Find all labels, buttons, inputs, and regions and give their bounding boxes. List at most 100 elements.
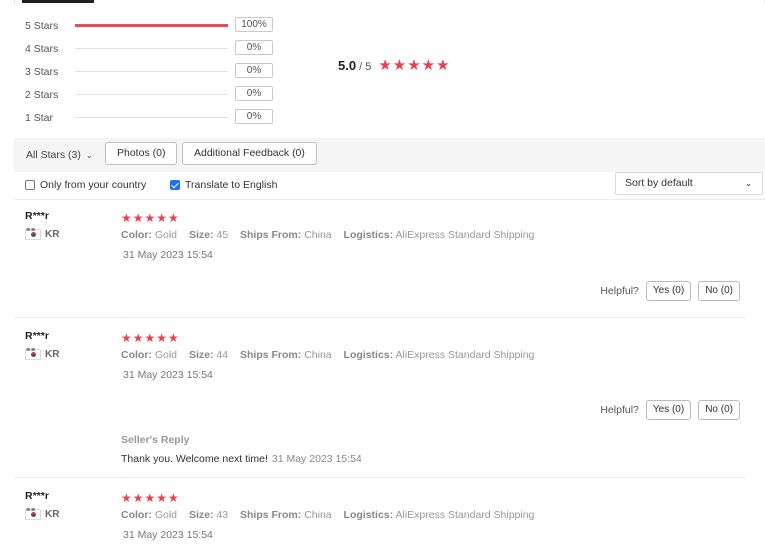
rating-percent: 0% bbox=[235, 109, 273, 124]
reviewer-country: KR bbox=[25, 347, 60, 360]
country-code: KR bbox=[45, 349, 60, 360]
checkbox-icon bbox=[25, 180, 35, 190]
score-out-of: / 5 bbox=[359, 61, 372, 73]
chevron-down-icon: ⌄ bbox=[85, 151, 93, 160]
rating-percent: 0% bbox=[235, 40, 273, 55]
rating-row-2[interactable]: 2 Stars 0% bbox=[25, 83, 285, 106]
additional-feedback-button[interactable]: Additional Feedback (0) bbox=[182, 142, 317, 165]
review-date: 31 May 2023 15:54 bbox=[123, 249, 213, 261]
attr-key: Color: bbox=[121, 229, 152, 241]
rating-bar-fill bbox=[75, 24, 228, 27]
review-item: R***r KR ★★★★★ Color: Gold Size: 43 Ship… bbox=[14, 490, 746, 545]
attr-key: Color: bbox=[121, 349, 152, 361]
attr-value: China bbox=[304, 229, 332, 241]
review-item: R***r KR ★★★★★ Color: Gold Size: 44 Ship… bbox=[14, 330, 746, 480]
country-code: KR bbox=[45, 509, 60, 520]
attr-key: Logistics: bbox=[343, 229, 394, 241]
sort-label: Sort by default bbox=[625, 177, 693, 189]
seller-reply-date: 31 May 2023 15:54 bbox=[271, 453, 362, 465]
only-country-label: Only from your country bbox=[40, 179, 147, 191]
attr-key: Ships From: bbox=[240, 349, 302, 361]
attr-key: Size: bbox=[188, 509, 214, 521]
star-rating-icon: ★★★★★ bbox=[121, 211, 180, 225]
review-item: R***r KR ★★★★★ Color: Gold Size: 45 Ship… bbox=[14, 210, 746, 320]
rating-row-3[interactable]: 3 Stars 0% bbox=[25, 60, 285, 83]
kr-flag-icon bbox=[25, 507, 41, 520]
checkbox-checked-icon bbox=[170, 180, 180, 190]
rating-row-4[interactable]: 4 Stars 0% bbox=[25, 37, 285, 60]
attr-value: AliExpress Standard Shipping bbox=[395, 349, 535, 361]
reviewer-name: R***r bbox=[25, 490, 49, 502]
attr-value: China bbox=[304, 349, 332, 361]
photos-filter-button[interactable]: Photos (0) bbox=[105, 142, 178, 165]
review-date: 31 May 2023 15:54 bbox=[123, 369, 213, 381]
helpful-yes-button[interactable]: Yes (0) bbox=[645, 400, 692, 420]
attr-key: Logistics: bbox=[343, 349, 394, 361]
reviewer-country: KR bbox=[25, 507, 60, 520]
translate-checkbox[interactable]: Translate to English bbox=[170, 179, 277, 191]
all-stars-dropdown[interactable]: All Stars (3) ⌄ bbox=[26, 149, 93, 161]
panel-frame bbox=[14, 0, 765, 4]
rating-percent: 0% bbox=[235, 63, 273, 78]
translate-label: Translate to English bbox=[185, 179, 278, 191]
only-country-checkbox[interactable]: Only from your country bbox=[25, 179, 146, 191]
helpful-section: Helpful? Yes (0) No (0) bbox=[600, 281, 740, 301]
sort-select[interactable]: Sort by default ⌄ bbox=[615, 172, 763, 195]
rating-bar bbox=[75, 48, 228, 49]
rating-label: 5 Stars bbox=[25, 19, 59, 32]
seller-reply-label: Seller's Reply bbox=[121, 434, 190, 446]
kr-flag-icon bbox=[25, 227, 41, 240]
rating-label: 4 Stars bbox=[25, 42, 59, 55]
reviewer-name: R***r bbox=[25, 210, 49, 222]
rating-bar bbox=[75, 71, 228, 72]
reviewer-name: R***r bbox=[25, 330, 49, 342]
reviewer-country: KR bbox=[25, 227, 60, 240]
attr-key: Size: bbox=[188, 229, 214, 241]
star-rating-icon: ★★★★★ bbox=[121, 331, 180, 345]
rating-bar bbox=[75, 94, 228, 95]
all-stars-label: All Stars (3) bbox=[26, 149, 81, 161]
attr-key: Logistics: bbox=[343, 509, 394, 521]
helpful-yes-button[interactable]: Yes (0) bbox=[645, 281, 692, 301]
star-rating-icon: ★★★★★ bbox=[378, 57, 451, 74]
country-code: KR bbox=[45, 229, 60, 240]
helpful-label: Helpful? bbox=[600, 285, 639, 297]
review-date: 31 May 2023 15:54 bbox=[123, 529, 213, 541]
rating-row-5[interactable]: 5 Stars 100% bbox=[25, 14, 285, 37]
helpful-no-button[interactable]: No (0) bbox=[698, 400, 740, 420]
rating-percent: 100% bbox=[235, 17, 273, 32]
rating-percent: 0% bbox=[235, 86, 273, 101]
attr-value: Gold bbox=[154, 349, 178, 361]
helpful-section: Helpful? Yes (0) No (0) bbox=[600, 400, 740, 420]
options-row: Only from your country Translate to Engl… bbox=[25, 172, 763, 196]
attr-key: Color: bbox=[121, 509, 152, 521]
rating-label: 1 Star bbox=[25, 111, 54, 124]
kr-flag-icon bbox=[25, 347, 41, 360]
average-score: 5.0 / 5 ★★★★★ bbox=[338, 56, 451, 74]
attr-value: 45 bbox=[216, 229, 229, 241]
attr-key: Ships From: bbox=[240, 509, 302, 521]
chevron-down-icon: ⌄ bbox=[745, 179, 752, 188]
attr-key: Size: bbox=[188, 349, 214, 361]
attr-value: Gold bbox=[154, 509, 178, 521]
star-rating-icon: ★★★★★ bbox=[121, 491, 180, 505]
attr-key: Ships From: bbox=[240, 229, 302, 241]
attr-value: AliExpress Standard Shipping bbox=[395, 509, 535, 521]
attr-value: 44 bbox=[216, 349, 229, 361]
seller-reply-text: Thank you. Welcome next time! bbox=[121, 453, 268, 465]
attr-value: China bbox=[304, 509, 332, 521]
rating-label: 2 Stars bbox=[25, 88, 59, 101]
rating-breakdown: 5 Stars 100% 4 Stars 0% 3 Stars 0% 2 Sta… bbox=[25, 14, 285, 129]
attr-value: Gold bbox=[154, 229, 178, 241]
attr-value: 43 bbox=[216, 509, 229, 521]
active-tab-indicator bbox=[22, 0, 94, 3]
helpful-no-button[interactable]: No (0) bbox=[698, 281, 740, 301]
review-attributes: Color: Gold Size: 44 Ships From: China L… bbox=[121, 349, 534, 361]
seller-reply: Thank you. Welcome next time! 31 May 2023… bbox=[121, 453, 362, 465]
rating-row-1[interactable]: 1 Star 0% bbox=[25, 106, 285, 129]
rating-label: 3 Stars bbox=[25, 65, 59, 78]
rating-bar bbox=[75, 117, 228, 118]
attr-value: AliExpress Standard Shipping bbox=[395, 229, 535, 241]
rating-bar bbox=[75, 24, 228, 27]
helpful-label: Helpful? bbox=[600, 404, 639, 416]
